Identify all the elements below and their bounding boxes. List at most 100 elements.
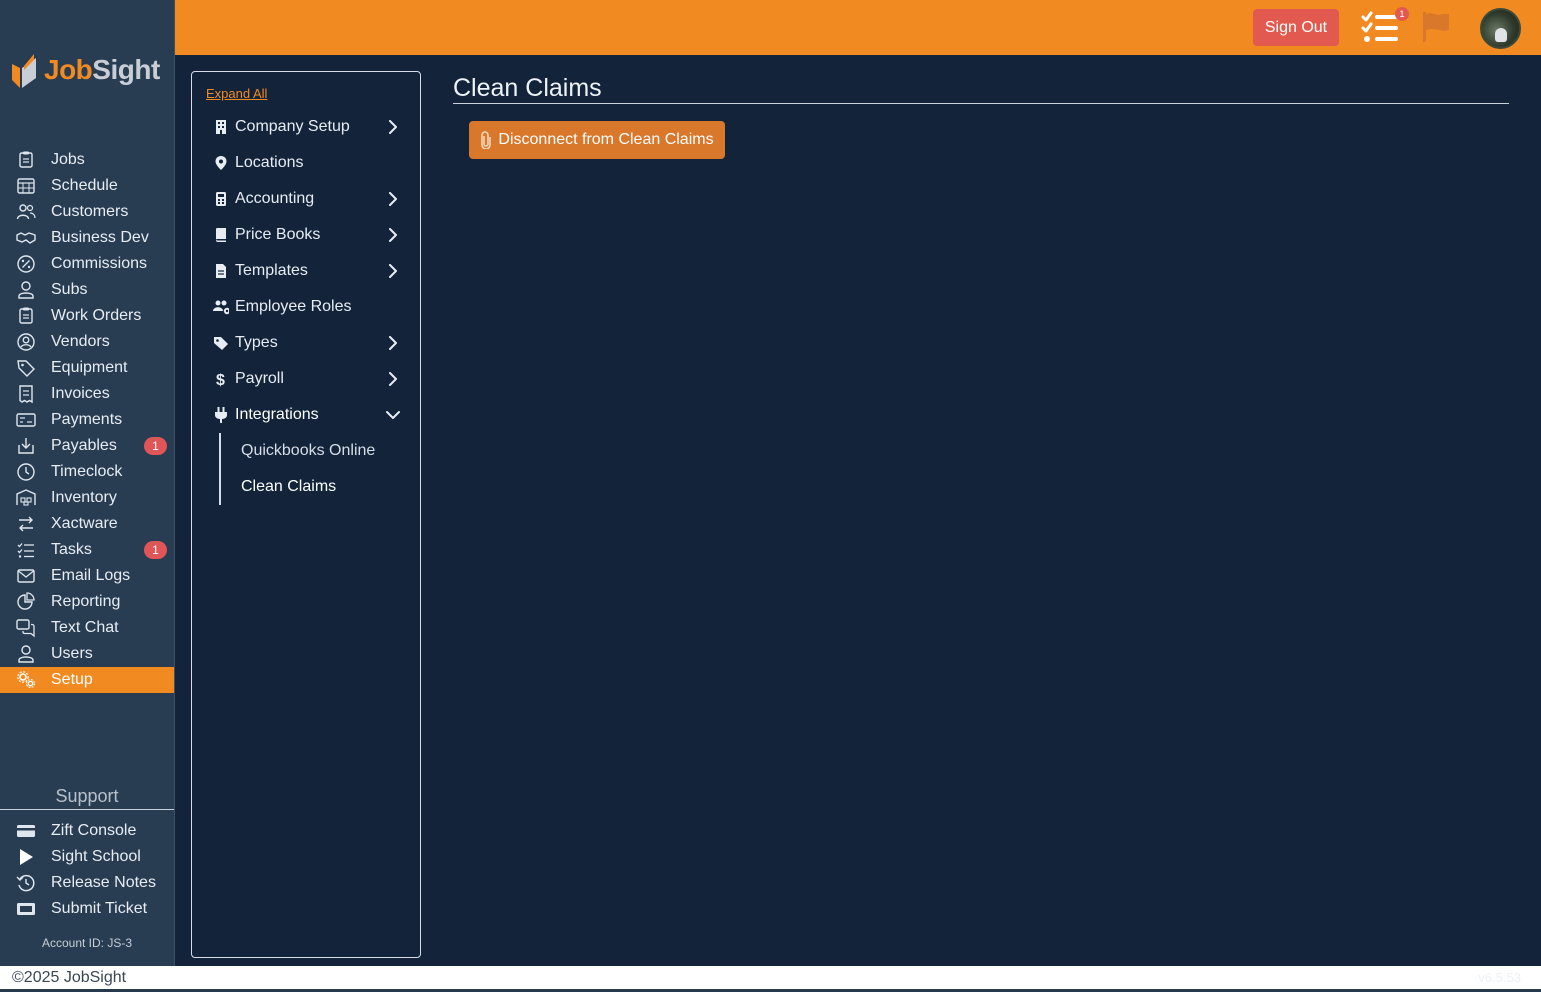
- support-item-zift-console[interactable]: Zift Console: [0, 818, 174, 844]
- sidebar-item-label: Users: [51, 645, 93, 662]
- settings-list: Company Setup Locations Accounting Price Bo…: [192, 109, 420, 505]
- logo-text-job: Job: [44, 54, 93, 85]
- money-icon-svg: [16, 413, 36, 427]
- settings-item-accounting[interactable]: Accounting: [192, 181, 420, 217]
- sidebar-item-text-chat[interactable]: Text Chat: [0, 615, 174, 641]
- sidebar-item-equipment[interactable]: Equipment: [0, 355, 174, 381]
- sidebar-item-payments[interactable]: Payments: [0, 407, 174, 433]
- settings-item-price-books[interactable]: Price Books: [192, 217, 420, 253]
- credit-card-icon-svg: [17, 825, 35, 837]
- handshake-icon-svg: [16, 232, 36, 244]
- title-divider: [453, 103, 1509, 104]
- sidebar-item-work-orders[interactable]: Work Orders: [0, 303, 174, 329]
- sidebar-item-label: Text Chat: [51, 619, 119, 636]
- sidebar-item-inventory[interactable]: Inventory: [0, 485, 174, 511]
- percent-icon-svg: [17, 255, 35, 273]
- settings-item-label: Locations: [235, 154, 304, 171]
- clipboard-icon-svg: [19, 151, 33, 168]
- settings-item-payroll[interactable]: $ Payroll: [192, 361, 420, 397]
- settings-item-templates[interactable]: Templates: [192, 253, 420, 289]
- sidebar-item-label: Tasks: [51, 541, 92, 558]
- support-divider: [0, 809, 174, 810]
- sidebar-item-vendors[interactable]: Vendors: [0, 329, 174, 355]
- support-item-sight-school[interactable]: Sight School: [0, 844, 174, 870]
- support-item-submit-ticket[interactable]: Submit Ticket: [0, 896, 174, 922]
- chevron-right-icon[interactable]: [386, 192, 400, 206]
- sidebar-item-jobs[interactable]: Jobs: [0, 147, 174, 173]
- settings-item-company-setup[interactable]: Company Setup: [192, 109, 420, 145]
- tags-icon-svg: [214, 337, 228, 350]
- users-cog-icon: [213, 299, 229, 315]
- chevron-right-icon[interactable]: [386, 336, 400, 350]
- logo-wordmark: JobSight: [44, 54, 160, 86]
- sidebar-item-label: Schedule: [51, 177, 118, 194]
- clipboard-icon: [16, 307, 36, 325]
- settings-panel: Expand All Company Setup Locations Account…: [191, 71, 421, 958]
- warehouse-icon-svg: [16, 489, 36, 506]
- sidebar-item-timeclock[interactable]: Timeclock: [0, 459, 174, 485]
- sidebar-item-tasks[interactable]: Tasks 1: [0, 537, 174, 563]
- sidebar-item-label: Reporting: [51, 593, 121, 610]
- user-avatar[interactable]: [1480, 8, 1521, 49]
- logo-text-sight: Sight: [92, 54, 160, 85]
- sidebar-item-reporting[interactable]: Reporting: [0, 589, 174, 615]
- sidebar-item-label: Payments: [51, 411, 123, 428]
- chevron-right-icon[interactable]: [386, 120, 400, 134]
- sidebar-item-invoices[interactable]: Invoices: [0, 381, 174, 407]
- settings-item-integrations[interactable]: Integrations: [192, 397, 420, 433]
- tasks-badge: 1: [1395, 7, 1409, 21]
- sidebar-item-schedule[interactable]: Schedule: [0, 173, 174, 199]
- sidebar-item-subs[interactable]: Subs: [0, 277, 174, 303]
- chevron-right-icon[interactable]: [386, 228, 400, 242]
- download-icon-svg: [18, 438, 34, 454]
- settings-item-employee-roles[interactable]: Employee Roles: [192, 289, 420, 325]
- sidebar-item-customers[interactable]: Customers: [0, 199, 174, 225]
- settings-item-label: Employee Roles: [235, 298, 352, 315]
- expand-all-link[interactable]: Expand All: [206, 86, 267, 101]
- support-item-label: Submit Ticket: [51, 900, 148, 917]
- settings-item-types[interactable]: Types: [192, 325, 420, 361]
- sidebar-item-payables[interactable]: Payables 1: [0, 433, 174, 459]
- flag-icon[interactable]: [1420, 11, 1452, 43]
- chevron-right-icon[interactable]: [386, 264, 400, 278]
- sidebar-item-label: Email Logs: [51, 567, 131, 584]
- plug-icon-svg: [215, 407, 227, 423]
- sidebar-item-business-dev[interactable]: Business Dev: [0, 225, 174, 251]
- envelope-icon: [16, 567, 36, 585]
- settings-item-label: Accounting: [235, 190, 315, 207]
- tag-icon-svg: [17, 360, 35, 377]
- jobsight-logo[interactable]: JobSight: [10, 50, 160, 90]
- sign-out-button[interactable]: Sign Out: [1253, 9, 1339, 46]
- ticket-icon: [16, 900, 36, 918]
- settings-item-label: Company Setup: [235, 118, 350, 135]
- user-circle-icon: [16, 333, 36, 351]
- sidebar-item-users[interactable]: Users: [0, 641, 174, 667]
- clipboard-icon: [16, 151, 36, 169]
- calendar-icon-svg: [17, 178, 35, 194]
- sidebar-item-label: Inventory: [51, 489, 117, 506]
- book-icon: [213, 227, 229, 243]
- sidebar-item-setup[interactable]: Setup: [0, 667, 174, 693]
- support-item-release-notes[interactable]: Release Notes: [0, 870, 174, 896]
- settings-subitem-clean-claims[interactable]: Clean Claims: [241, 469, 420, 505]
- logo-mark-icon: [12, 54, 36, 88]
- sidebar-item-commissions[interactable]: Commissions: [0, 251, 174, 277]
- disconnect-clean-claims-button[interactable]: Disconnect from Clean Claims: [469, 121, 725, 159]
- chevron-down-icon[interactable]: [386, 408, 400, 422]
- sidebar-item-label: Timeclock: [51, 463, 123, 480]
- sidebar-item-label: Customers: [51, 203, 129, 220]
- chevron-right-icon[interactable]: [386, 372, 400, 386]
- receipt-icon-svg: [19, 385, 33, 404]
- calendar-icon: [16, 177, 36, 195]
- settings-subitem-quickbooks-online[interactable]: Quickbooks Online: [241, 433, 420, 469]
- tag-icon: [16, 359, 36, 377]
- handshake-icon: [16, 229, 36, 247]
- settings-item-label: Types: [235, 334, 278, 351]
- sidebar-item-label: Equipment: [51, 359, 128, 376]
- support-item-label: Zift Console: [51, 822, 137, 839]
- sidebar-item-email-logs[interactable]: Email Logs: [0, 563, 174, 589]
- list-check-icon-svg: [17, 543, 34, 558]
- main-sidebar: JobSight Jobs Schedule Customers Business D…: [0, 0, 175, 966]
- settings-item-locations[interactable]: Locations: [192, 145, 420, 181]
- sidebar-item-xactware[interactable]: Xactware: [0, 511, 174, 537]
